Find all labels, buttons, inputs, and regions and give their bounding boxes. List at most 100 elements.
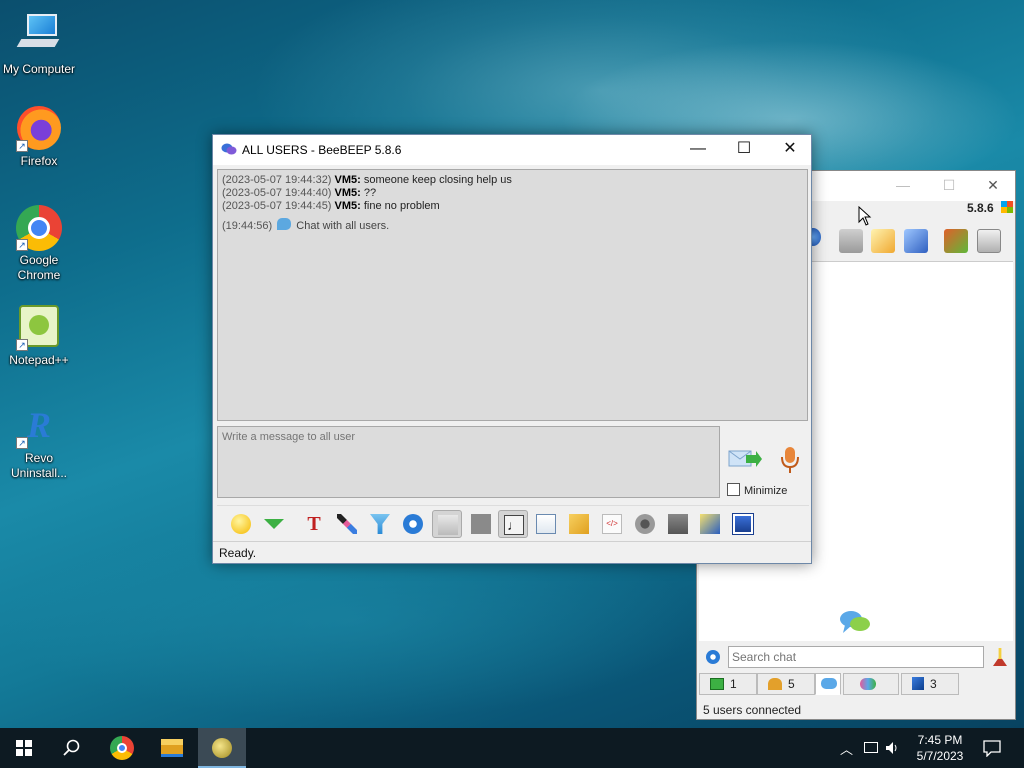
message-text: ?? [363,187,377,199]
gear-icon[interactable] [706,650,720,664]
chat-window-titlebar[interactable]: ALL USERS - BeeBEEP 5.8.6 — ☐ ✕ [213,135,811,165]
minimize-label: Minimize [744,485,788,497]
send-folder-button[interactable] [565,510,593,538]
firefox-icon: ↗ [16,106,62,152]
tab-files[interactable]: 3 [901,673,959,695]
desktop-icon-firefox[interactable]: ↗ Firefox [0,106,78,169]
smiley-icon [231,514,251,534]
chat-icon [821,678,837,689]
chat-message: (2023-05-07 19:44:32) VM5: someone keep … [222,174,803,187]
minimize-checkbox[interactable] [727,483,740,496]
notes-icon [700,514,720,534]
edit-status-icon[interactable] [871,229,895,253]
start-button[interactable] [0,728,48,768]
chat-window[interactable]: ALL USERS - BeeBEEP 5.8.6 — ☐ ✕ (2023-05… [212,134,812,564]
tab-groups[interactable]: 5 [757,673,815,695]
save-chat-button[interactable] [729,510,757,538]
chat-settings-button[interactable] [399,510,427,538]
taskbar-clock[interactable]: 7:45 PM 5/7/2023 [900,732,980,764]
taskbar-file-explorer[interactable] [148,728,196,768]
clear-chat-button[interactable] [664,510,692,538]
font-button[interactable]: T [300,510,328,538]
tab-label: 3 [930,677,937,691]
desktop-icon-chrome[interactable]: ↗ Google Chrome [0,205,78,283]
chat-bubbles-icon [840,611,870,633]
broadcast-icon[interactable] [839,229,863,253]
desktop-icon-notepadpp[interactable]: ↗ Notepad++ [0,305,78,368]
font-color-button[interactable] [333,510,361,538]
tab-shared[interactable] [843,673,899,695]
save-icon [732,513,754,535]
search-icon [63,739,80,756]
chat-bubble-icon [277,218,292,230]
version-label: 5.8.6 [967,201,994,215]
maximize-button[interactable]: ☐ [721,135,767,165]
spellcheck-button[interactable] [432,510,462,538]
update-icon[interactable] [944,229,968,253]
html-code-button[interactable]: </> [598,510,626,538]
filter-button[interactable] [366,510,394,538]
completer-icon [471,514,491,534]
send-file-button[interactable] [532,510,560,538]
system-message: (19:44:56) Chat with all users. [222,218,803,233]
desktop-icon-label: Firefox [20,154,58,168]
folder-icon [569,514,589,534]
voice-message-button[interactable] [779,445,801,475]
message-text: someone keep closing help us [363,174,512,186]
computer-icon [16,14,62,60]
word-completer-button[interactable] [467,510,495,538]
minimize-button[interactable]: — [675,135,721,165]
network-icon[interactable] [864,742,878,753]
chat-status-bar: Ready. [213,541,811,563]
clear-icon [668,514,688,534]
windows-flag-icon [1001,201,1013,213]
maximize-button[interactable]: ☐ [939,177,959,195]
emoticons-button[interactable] [227,510,255,538]
camera-icon [635,514,655,534]
close-button[interactable]: ✕ [767,135,813,165]
sound-notification-button[interactable]: ♩ [498,510,528,538]
send-message-button[interactable] [728,445,762,473]
code-icon: </> [602,514,622,534]
tab-users[interactable]: 1 [699,673,757,695]
message-sender: VM5: [334,200,361,212]
message-sender: VM5: [334,174,361,186]
search-row [697,643,1015,671]
volume-icon[interactable] [884,740,900,756]
taskbar-beebeep[interactable] [198,728,246,768]
chat-message: (2023-05-07 19:44:40) VM5: ?? [222,187,803,200]
clear-broom-icon[interactable] [993,648,1007,666]
clock-date: 5/7/2023 [916,749,964,763]
edit-notes-button[interactable] [696,510,724,538]
expand-button[interactable] [260,510,288,538]
clock-time: 7:45 PM [917,733,963,747]
desktop-icon-label: Revo Uninstall... [10,451,68,480]
taskbar-chrome[interactable] [98,728,146,768]
message-input[interactable] [218,427,719,497]
group-icon [768,678,782,690]
notification-icon[interactable] [983,739,1001,757]
minimize-checkbox-row[interactable]: Minimize [727,483,787,497]
system-tray: ︿ [838,728,898,768]
trash-icon[interactable] [977,229,1001,253]
files-icon [912,677,924,690]
revo-uninstaller-icon: R ↗ [16,403,62,449]
desktop-icon-label: Google Chrome [17,253,61,282]
screenshot-button[interactable] [631,510,659,538]
chevron-up-icon[interactable]: ︿ [840,739,853,758]
settings-tools-icon[interactable] [904,229,928,253]
search-button[interactable] [48,728,96,768]
tab-chats[interactable] [815,673,841,695]
message-composer[interactable] [217,426,720,498]
down-arrow-icon [264,519,284,529]
desktop-icon-revo[interactable]: R ↗ Revo Uninstall... [0,403,78,481]
desktop-icon-my-computer[interactable]: My Computer [0,8,78,77]
font-icon: T [307,513,321,535]
desktop-icon-label: My Computer [2,62,76,76]
folder-icon [161,739,183,757]
main-tabs: 1 5 3 [697,671,1015,695]
close-button[interactable]: ✕ [983,177,1003,195]
search-chat-input[interactable] [728,646,984,668]
chat-log[interactable]: (2023-05-07 19:44:32) VM5: someone keep … [217,169,808,421]
minimize-button[interactable]: — [893,177,913,195]
